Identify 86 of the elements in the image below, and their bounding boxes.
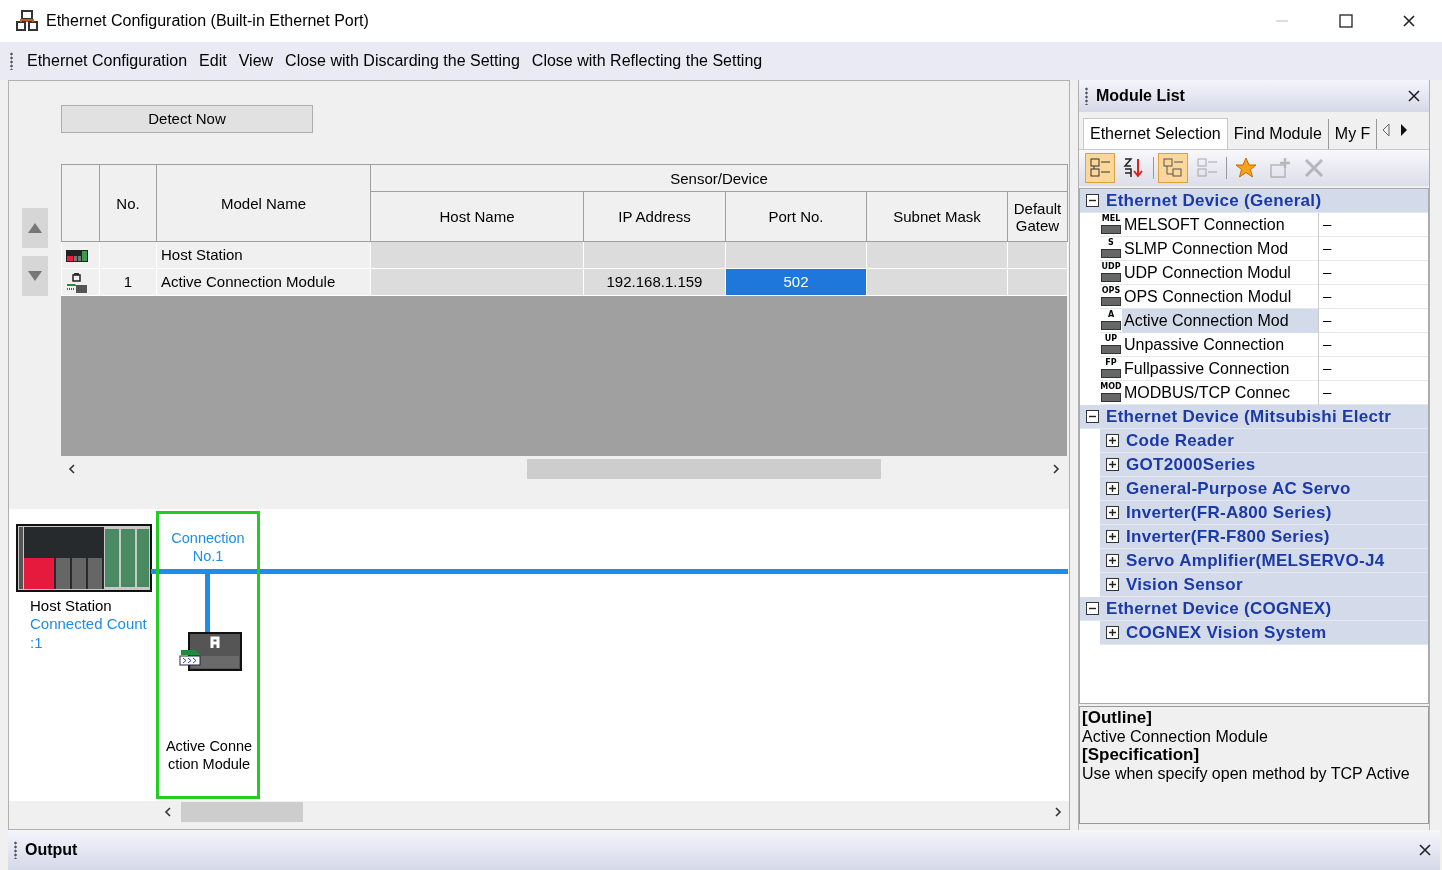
expand-icon[interactable] <box>1106 458 1119 471</box>
tab[interactable]: Ethernet Selection <box>1083 118 1228 149</box>
tree-item[interactable]: Unpassive Connection <box>1122 332 1318 357</box>
tree-item[interactable]: MODBUS/TCP Connec <box>1122 380 1318 405</box>
close-icon <box>1407 89 1421 103</box>
host-label: Host Station <box>30 596 112 616</box>
tree-item[interactable]: SLMP Connection Mod <box>1122 236 1318 261</box>
collapse-icon[interactable] <box>1086 410 1099 423</box>
description-heading: [Outline] <box>1082 709 1153 728</box>
network-icon <box>16 10 38 32</box>
connection-label: Connection No.1 <box>170 529 246 565</box>
connection-module-icon <box>66 271 88 294</box>
panel-title: Output <box>25 840 78 860</box>
tree-item[interactable]: Fullpassive Connection <box>1122 356 1318 381</box>
connection-slot[interactable] <box>156 511 260 799</box>
module-label: Active Connection Module <box>165 737 253 773</box>
window-title: Ethernet Configuration (Built-in Ethernet Port) <box>46 11 369 31</box>
expand-icon[interactable] <box>1106 434 1119 447</box>
category-view-icon <box>1088 156 1112 180</box>
tree-item[interactable]: OPS Connection Modul <box>1122 284 1318 309</box>
connection-module-drawing <box>179 632 243 672</box>
expand-icon[interactable] <box>1106 482 1119 495</box>
move-down-button[interactable] <box>22 256 48 296</box>
table-cell: Active Connection Module <box>156 268 371 296</box>
description-heading: [Specification] <box>1082 746 1201 765</box>
delete-icon <box>1302 156 1326 180</box>
up-arrow-icon <box>27 222 43 234</box>
toolbar-grip <box>10 52 13 70</box>
tab-scroll-right-icon[interactable] <box>1399 123 1410 137</box>
item-value: – <box>1318 212 1428 237</box>
tab-scroll-left-icon[interactable] <box>1381 123 1392 137</box>
item-value: – <box>1318 356 1428 381</box>
item-value: – <box>1318 260 1428 285</box>
description-text: Active Connection Module <box>1082 727 1269 746</box>
sort-icon <box>1122 156 1146 180</box>
table-cell: 192.168.1.159 <box>583 268 726 296</box>
item-value: – <box>1318 284 1428 309</box>
connected-count: Connected Count :1 <box>30 614 148 652</box>
column-header: IP Address <box>583 191 726 242</box>
item-value: – <box>1318 380 1428 405</box>
table-cell: 502 <box>725 268 867 296</box>
collapse-icon[interactable] <box>1086 194 1099 207</box>
down-arrow-icon <box>27 270 43 282</box>
menu-item[interactable]: Ethernet Configuration <box>21 45 194 77</box>
column-header: Model Name <box>156 164 371 242</box>
panel-grip <box>1085 87 1088 105</box>
expand-icon[interactable] <box>1106 578 1119 591</box>
column-group-header: Sensor/Device <box>370 164 1068 192</box>
menu-item[interactable]: Close with Reflecting the Setting <box>525 45 769 77</box>
expand-all-icon <box>1161 156 1185 180</box>
tab[interactable]: Find Module <box>1227 119 1329 149</box>
item-value: – <box>1318 332 1428 357</box>
expand-icon[interactable] <box>1106 626 1119 639</box>
menu-item[interactable]: View <box>232 45 280 77</box>
expand-icon[interactable] <box>1106 506 1119 519</box>
column-header: Port No. <box>725 191 867 242</box>
add-icon <box>1268 156 1292 180</box>
panel-title: Module List <box>1096 86 1185 106</box>
tab[interactable]: My F <box>1328 119 1378 149</box>
maximize-icon <box>1338 14 1354 28</box>
detect-now-button[interactable]: Detect Now <box>61 105 313 133</box>
close-icon <box>1402 14 1418 28</box>
collapse-icon[interactable] <box>1086 602 1099 615</box>
menu-item[interactable]: Edit <box>193 45 233 77</box>
column-header: No. <box>99 164 157 242</box>
expand-icon[interactable] <box>1106 530 1119 543</box>
tree-item[interactable]: Active Connection Mod <box>1122 308 1318 333</box>
close-icon <box>1418 843 1432 857</box>
collapse-all-icon <box>1195 156 1219 180</box>
column-header: Default Gatew <box>1007 191 1068 242</box>
tree-item[interactable]: UDP Connection Modul <box>1122 260 1318 285</box>
menu-item[interactable]: Close with Discarding the Setting <box>279 45 526 77</box>
close-button[interactable] <box>1418 843 1432 857</box>
panel-grip <box>14 841 17 859</box>
expand-icon[interactable] <box>1106 554 1119 567</box>
description-text: Use when specify open method by TCP Active <box>1082 764 1411 783</box>
item-value: – <box>1318 236 1428 261</box>
item-value: – <box>1318 308 1428 333</box>
tree-item[interactable]: MELSOFT Connection <box>1122 212 1318 237</box>
column-header: Host Name <box>370 191 584 242</box>
cpu-module-icon <box>66 248 88 263</box>
column-header: Subnet Mask <box>866 191 1008 242</box>
close-button[interactable] <box>1407 89 1421 103</box>
move-up-button[interactable] <box>22 208 48 248</box>
star-icon <box>1234 156 1258 180</box>
table-cell: Host Station <box>156 241 371 269</box>
